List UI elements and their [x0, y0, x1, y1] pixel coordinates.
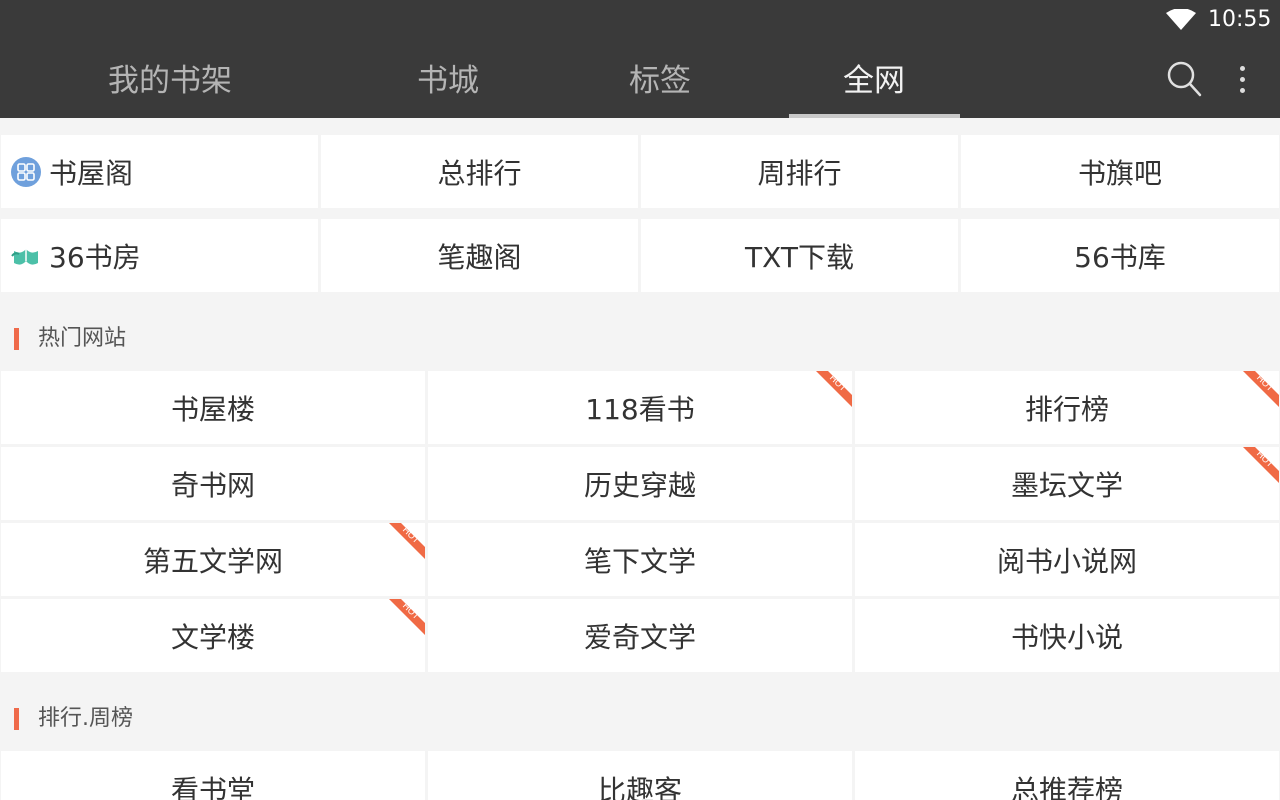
link-total-rank[interactable]: 总排行: [321, 135, 638, 208]
hot-site-label: 排行榜: [1024, 392, 1109, 426]
site-shuwuge[interactable]: 书屋阁: [1, 135, 318, 208]
hot-site-item[interactable]: 118看书 HOT: [428, 371, 852, 444]
link-txt-download[interactable]: TXT下载: [641, 219, 958, 292]
active-tab-indicator: [789, 114, 960, 118]
weekly-rank-label: 看书堂: [170, 774, 255, 800]
hot-site-label: 书屋楼: [170, 392, 255, 426]
link-label: 56书库: [1074, 240, 1166, 274]
link-shuqiba[interactable]: 书旗吧: [961, 135, 1279, 208]
link-weekly-rank[interactable]: 周排行: [641, 135, 958, 208]
hot-site-item[interactable]: 墨坛文学 HOT: [855, 447, 1279, 520]
search-icon[interactable]: [1166, 60, 1202, 98]
hot-site-label: 阅书小说网: [996, 544, 1137, 578]
hot-site-item[interactable]: 排行榜 HOT: [855, 371, 1279, 444]
link-label: TXT下载: [745, 240, 854, 274]
status-time: 10:55: [1208, 7, 1272, 32]
hot-site-item[interactable]: 书快小说: [855, 599, 1279, 672]
weekly-rank-item[interactable]: 看书堂: [1, 751, 425, 800]
weekly-rank-label: 比趣客: [597, 774, 682, 800]
tab-bookstore[interactable]: 书城: [388, 55, 508, 107]
hot-site-label: 书快小说: [1010, 620, 1123, 654]
site-label: 书屋阁: [49, 156, 134, 190]
hot-site-item[interactable]: 爱奇文学: [428, 599, 852, 672]
hot-badge: HOT: [389, 523, 425, 559]
hot-site-item[interactable]: 历史穿越: [428, 447, 852, 520]
hot-site-label: 第五文学网: [142, 544, 283, 578]
hot-site-item[interactable]: 阅书小说网: [855, 523, 1279, 596]
hot-badge: HOT: [816, 371, 852, 407]
tab-whole-web[interactable]: 全网: [814, 55, 934, 107]
hot-site-label: 奇书网: [170, 468, 255, 502]
link-label: 总排行: [437, 156, 522, 190]
weekly-rank-label: 总推荐榜: [1010, 774, 1123, 800]
hot-site-label: 墨坛文学: [1010, 468, 1123, 502]
hot-site-label: 爱奇文学: [583, 620, 696, 654]
status-bar: 10:55: [0, 0, 1280, 40]
hot-site-item[interactable]: 笔下文学: [428, 523, 852, 596]
hot-site-label: 118看书: [585, 392, 695, 426]
weekly-rank-item[interactable]: 比趣客: [428, 751, 852, 800]
link-label: 笔趣阁: [437, 240, 522, 274]
tab-tags[interactable]: 标签: [600, 55, 720, 107]
section-title-weekly-rank: 排行.周榜: [14, 706, 133, 732]
hot-site-label: 历史穿越: [583, 468, 696, 502]
link-biquge[interactable]: 笔趣阁: [321, 219, 638, 292]
hot-site-item[interactable]: 书屋楼: [1, 371, 425, 444]
hot-badge: HOT: [389, 599, 425, 635]
link-label: 书旗吧: [1077, 156, 1162, 190]
book-leaf-icon: [11, 248, 38, 265]
hot-site-item[interactable]: 文学楼 HOT: [1, 599, 425, 672]
wifi-icon: [1166, 9, 1196, 30]
link-56shuku[interactable]: 56书库: [961, 219, 1279, 292]
section-title-hot-sites: 热门网站: [14, 326, 126, 352]
tab-my-bookshelf[interactable]: 我的书架: [80, 55, 260, 107]
more-options-icon[interactable]: [1236, 64, 1250, 96]
hot-badge: HOT: [1243, 447, 1279, 483]
weekly-rank-item[interactable]: 总推荐榜: [855, 751, 1279, 800]
site-label: 36书房: [49, 240, 141, 274]
hot-site-label: 文学楼: [170, 620, 255, 654]
hot-site-item[interactable]: 奇书网: [1, 447, 425, 520]
link-label: 周排行: [757, 156, 842, 190]
site-36shufang[interactable]: 36书房: [1, 219, 318, 292]
app-header: 10:55 我的书架 书城 标签 全网: [0, 0, 1280, 118]
hot-site-label: 笔下文学: [583, 544, 696, 578]
hot-badge: HOT: [1243, 371, 1279, 407]
grid-app-icon: [11, 156, 41, 187]
hot-site-item[interactable]: 第五文学网 HOT: [1, 523, 425, 596]
